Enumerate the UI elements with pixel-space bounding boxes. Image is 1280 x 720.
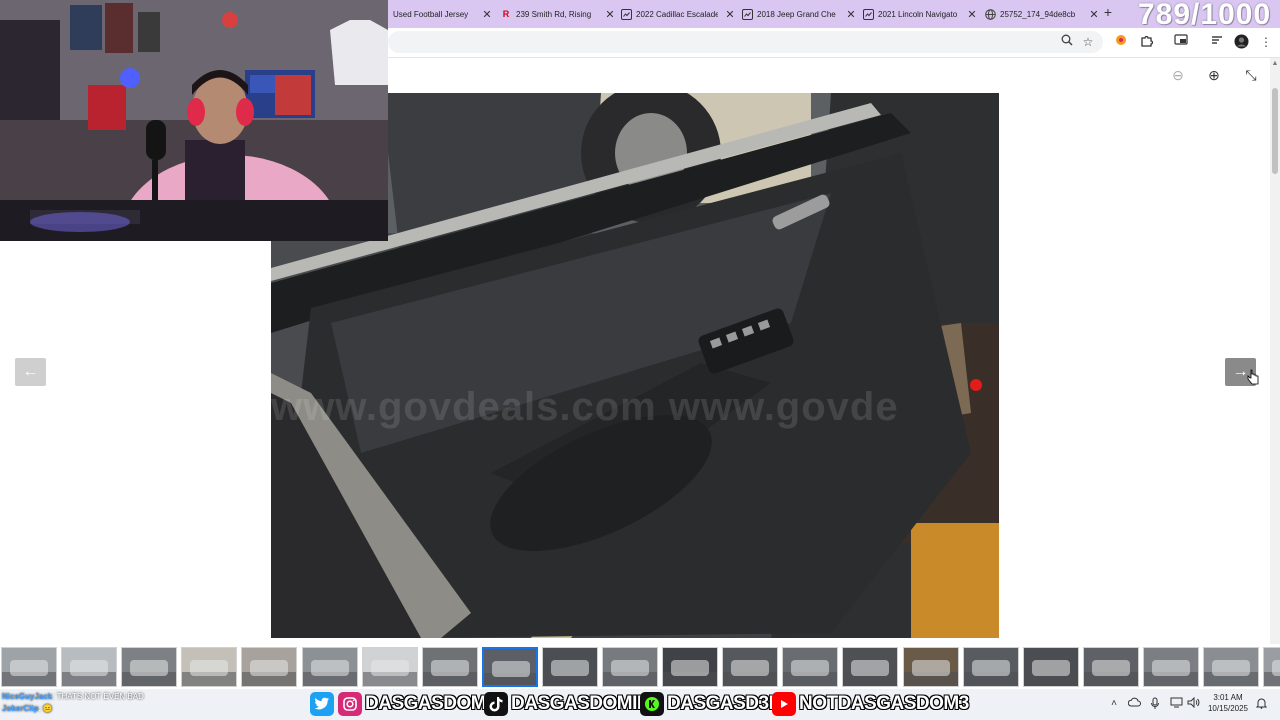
scroll-thumb[interactable] bbox=[1272, 88, 1278, 174]
tiktok-handle: DASGASDOMINI bbox=[511, 693, 656, 715]
thumbnail-image[interactable] bbox=[1, 647, 57, 687]
tab-close-icon[interactable]: ✕ bbox=[724, 8, 736, 21]
chat-text: 😐 bbox=[42, 704, 53, 713]
thumbnail-image[interactable] bbox=[602, 647, 658, 687]
tab-close-icon[interactable]: ✕ bbox=[481, 8, 493, 21]
chevron-up-icon[interactable]: ˄ bbox=[1107, 697, 1121, 711]
clock-time: 3:01 AM bbox=[1213, 693, 1243, 702]
star-icon[interactable]: ☆ bbox=[1080, 34, 1096, 50]
chat-message: NiceGuyJack: THATS NOT EVEN BAD bbox=[2, 692, 144, 701]
kebab-menu-icon[interactable]: ⋮ bbox=[1258, 34, 1274, 50]
thumbnail-image[interactable] bbox=[61, 647, 118, 687]
tiktok-icon bbox=[484, 692, 508, 716]
new-tab-button[interactable]: + bbox=[1101, 4, 1115, 20]
volume-icon[interactable] bbox=[1186, 696, 1200, 711]
thumbnail-image[interactable] bbox=[1263, 647, 1280, 687]
tab-title: 2021 Lincoln Navigato bbox=[878, 9, 958, 19]
youtube-icon bbox=[772, 692, 796, 716]
chat-username: NiceGuyJack bbox=[2, 692, 53, 701]
stream-chat: NiceGuyJack: THATS NOT EVEN BAD JokerCli… bbox=[2, 691, 144, 715]
kick-social: DASGASD3M bbox=[640, 691, 785, 717]
realtor-r-icon: R bbox=[502, 9, 510, 19]
browser-tab[interactable]: 2018 Jeep Grand Che ✕ bbox=[741, 3, 857, 25]
scrollbar[interactable]: ▲ bbox=[1270, 58, 1280, 644]
browser-tab[interactable]: 2021 Lincoln Navigato ✕ bbox=[862, 3, 978, 25]
globe-icon bbox=[984, 8, 996, 20]
exit-fullscreen-button[interactable]: ⤡ bbox=[1242, 66, 1260, 84]
reading-list-icon[interactable] bbox=[1209, 34, 1225, 50]
tab-close-icon[interactable]: ✕ bbox=[966, 8, 978, 21]
zoom-icon[interactable] bbox=[1059, 34, 1075, 50]
screen: Used Football Jersey ✕ R 239 Smith Rd, R… bbox=[0, 0, 1280, 720]
thumbnail-image[interactable] bbox=[241, 647, 298, 687]
previous-image-button[interactable]: ← bbox=[15, 358, 46, 386]
thumbnail-image[interactable] bbox=[121, 647, 178, 687]
tab-title: 25752_174_94de8cb bbox=[1000, 9, 1076, 19]
tab-close-icon[interactable]: ✕ bbox=[604, 8, 616, 21]
cast-icon[interactable] bbox=[1173, 34, 1189, 50]
instagram-social: DASGASDOM3 bbox=[338, 691, 497, 717]
chat-username: JokerClip bbox=[2, 704, 39, 713]
youtube-handle: NOTDASGASDOM3 bbox=[799, 693, 970, 715]
listing-icon bbox=[862, 8, 874, 20]
watermark-text: www.govdeals.com www.govde bbox=[271, 385, 899, 429]
extensions-puzzle-icon[interactable] bbox=[1138, 34, 1154, 50]
thumbnail-image[interactable] bbox=[181, 647, 238, 687]
instagram-handle: DASGASDOM3 bbox=[364, 693, 497, 715]
thumbnail-image[interactable] bbox=[421, 647, 478, 687]
streamer-webcam bbox=[0, 0, 388, 241]
tab-title: 2022 Cadillac Escalade bbox=[636, 9, 718, 19]
cloud-icon[interactable] bbox=[1127, 697, 1141, 711]
thumbnail-strip bbox=[0, 645, 1280, 689]
address-bar[interactable] bbox=[388, 31, 1103, 53]
thumbnail-image[interactable] bbox=[1082, 647, 1139, 687]
scroll-up-icon[interactable]: ▲ bbox=[1270, 60, 1280, 68]
thumbnail-image[interactable] bbox=[782, 647, 839, 687]
listing-icon bbox=[741, 8, 753, 20]
thumbnail-image[interactable] bbox=[1022, 647, 1079, 687]
thumbnail-image[interactable] bbox=[361, 647, 418, 687]
taskbar-clock[interactable]: 3:01 AM 10/15/2025 bbox=[1200, 692, 1256, 714]
tab-close-icon[interactable]: ✕ bbox=[1088, 8, 1100, 21]
twitter-social bbox=[310, 691, 337, 717]
chat-text: THATS NOT EVEN BAD bbox=[56, 692, 144, 701]
thumbnail-image[interactable] bbox=[301, 647, 358, 687]
thumbnail-image[interactable] bbox=[662, 647, 719, 687]
thumbnail-image[interactable] bbox=[481, 647, 538, 687]
kick-icon bbox=[640, 692, 664, 716]
zoom-out-button[interactable]: ⊖ bbox=[1169, 66, 1187, 84]
hand-cursor-icon bbox=[1247, 369, 1259, 385]
browser-tab[interactable]: Used Football Jersey ✕ bbox=[393, 3, 493, 25]
instagram-icon bbox=[338, 692, 362, 716]
profile-avatar-icon[interactable] bbox=[1233, 34, 1249, 50]
tab-title: 239 Smith Rd, Rising bbox=[516, 9, 592, 19]
notification-bell-icon[interactable] bbox=[1255, 697, 1268, 712]
tiktok-social: DASGASDOMINI bbox=[484, 691, 656, 717]
twitter-icon bbox=[310, 692, 334, 716]
browser-tab[interactable]: 2022 Cadillac Escalade ✕ bbox=[620, 3, 736, 25]
thumbnail-image[interactable] bbox=[1203, 647, 1259, 687]
thumbnail-image[interactable] bbox=[541, 647, 598, 687]
thumbnail-image[interactable] bbox=[1142, 647, 1199, 687]
thumbnail-image[interactable] bbox=[902, 647, 959, 687]
tab-title: Used Football Jersey bbox=[393, 9, 469, 19]
extension-color-icon[interactable] bbox=[1113, 34, 1129, 50]
kick-handle: DASGASD3M bbox=[667, 693, 785, 715]
thumbnail-image[interactable] bbox=[722, 647, 779, 687]
youtube-social: NOTDASGASDOM3 bbox=[772, 691, 970, 717]
listing-icon bbox=[620, 8, 632, 20]
microphone-icon[interactable] bbox=[1148, 697, 1162, 711]
chat-message: JokerClip: 😐 bbox=[2, 704, 53, 713]
browser-tab[interactable]: R 239 Smith Rd, Rising ✕ bbox=[500, 3, 616, 25]
browser-tab[interactable]: 25752_174_94de8cb ✕ bbox=[984, 3, 1100, 25]
tab-title: 2018 Jeep Grand Che bbox=[757, 9, 836, 19]
network-icon[interactable] bbox=[1169, 697, 1183, 711]
thumbnail-image[interactable] bbox=[962, 647, 1019, 687]
zoom-in-button[interactable]: ⊕ bbox=[1205, 66, 1223, 84]
thumbnail-image[interactable] bbox=[842, 647, 899, 687]
clock-date: 10/15/2025 bbox=[1207, 704, 1249, 713]
tab-close-icon[interactable]: ✕ bbox=[845, 8, 857, 21]
